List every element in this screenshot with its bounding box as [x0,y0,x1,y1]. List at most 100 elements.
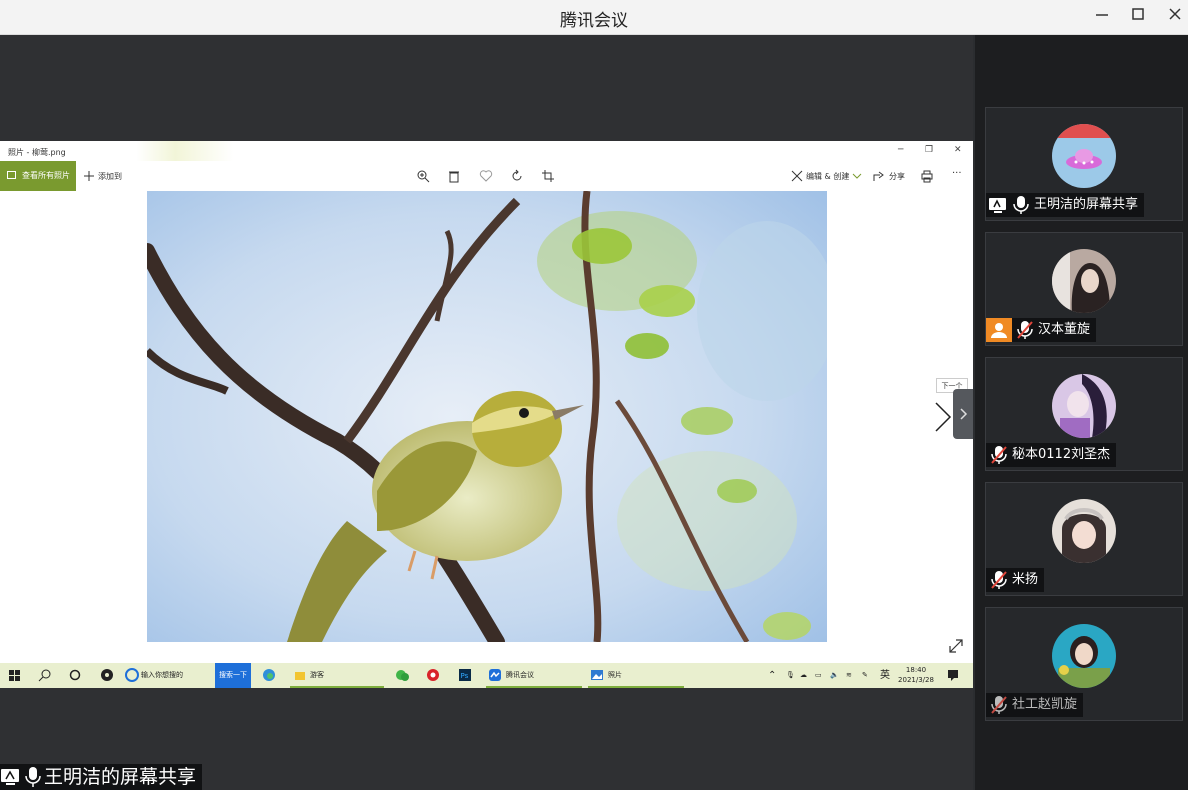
delete-icon[interactable] [447,169,461,183]
see-all-photos-button[interactable]: 查看所有照片 [0,161,76,191]
add-icon[interactable] [82,169,96,183]
taskbar-active-indicator [486,686,582,688]
photos-app-title: 照片 - 柳莺.png [8,148,66,157]
search-icon[interactable] [38,668,52,682]
svg-text:Ps: Ps [461,672,469,680]
minimize-icon [1096,14,1108,16]
host-icon [986,318,1012,342]
mic-muted-icon [991,446,1007,464]
participant-label: 米扬 [986,568,1045,592]
wechat-icon[interactable] [395,668,409,682]
tray-overflow-icon[interactable]: ⌃ [768,663,776,688]
taskbar-active-indicator [588,686,684,688]
participant-label: 社工赵凯旋 [986,693,1084,717]
participant-label: 汉本董旋 [986,318,1097,342]
share-button[interactable]: 分享 [889,171,905,182]
clock-date: 2021/3/28 [898,676,934,684]
share-icon[interactable] [872,169,886,183]
tray-volume-icon[interactable]: 🔈 [830,663,839,688]
shared-screen: 照片 - 柳莺.png ─ ❐ ✕ 查看所有照片 添加到 编辑 & 创建 分享 … [0,141,973,688]
photos-minimize-icon[interactable]: ─ [898,145,903,155]
screen-share-owner-label: 王明洁的屏幕共享 [0,764,203,790]
more-options-icon[interactable]: ··· [952,168,962,179]
tencent-meeting-icon[interactable] [488,668,502,682]
windows-start-icon[interactable] [8,668,22,682]
taskbar-item-tencent-meeting[interactable]: 腾讯会议 [506,663,534,688]
participant-label: 王明洁的屏幕共享 [986,193,1145,217]
edge-chromium-icon[interactable] [262,668,276,682]
photoshop-icon[interactable]: Ps [458,668,472,682]
maximize-button[interactable] [1125,5,1151,29]
cortana-icon[interactable] [68,668,82,682]
bird-photo [147,191,827,642]
chevron-down-icon[interactable] [850,169,864,183]
participant-tile[interactable]: 社工赵凯旋 [985,607,1183,721]
taskbar-item-guest[interactable]: 游客 [310,663,324,688]
see-all-label: 查看所有照片 [22,171,70,180]
ime-indicator[interactable]: 英 [880,663,890,688]
edge-browser-icon[interactable] [125,668,139,682]
taskbar-clock[interactable]: 18:40 2021/3/28 [898,665,934,685]
window-title: 腾讯会议 [560,11,628,31]
tray-mic-icon[interactable]: 🎙 [786,663,795,688]
netease-music-icon[interactable] [426,668,440,682]
windows-taskbar: 输入你想搜的 搜索一下 游客 Ps 腾讯会议 照片 ⌃ 🎙 ☁ ▭ 🔈 ≋ ✎ … [0,663,973,688]
taskbar-search-button[interactable]: 搜索一下 [215,663,251,688]
app-icon[interactable] [100,668,114,682]
photos-app-icon[interactable] [590,668,604,682]
photos-app-titlebar: 照片 - 柳莺.png ─ ❐ ✕ [0,141,973,161]
fullscreen-expand-icon[interactable] [948,638,964,654]
screen-share-owner-name: 王明洁的屏幕共享 [44,766,197,788]
minimize-button[interactable] [1089,5,1115,29]
avatar [1052,624,1116,688]
mic-muted-icon [1017,321,1033,339]
participant-tile[interactable]: 秘本0112刘圣杰 [985,357,1183,471]
maximize-icon [1132,8,1144,20]
participant-name: 秘本0112刘圣杰 [1012,447,1111,462]
edit-create-icon[interactable] [790,169,804,183]
add-to-button[interactable]: 添加到 [98,171,122,182]
close-icon [1169,8,1181,20]
favorite-icon[interactable] [479,169,493,183]
participants-sidebar: 王明洁的屏幕共享 汉本董旋 秘本0112刘圣杰 米扬 社工赵凯旋 [975,35,1188,790]
clock-time: 18:40 [905,666,927,674]
screen-share-icon [1,769,19,785]
taskbar-active-indicator [290,686,384,688]
avatar [1052,499,1116,563]
zoom-icon[interactable] [416,169,430,183]
mic-on-icon [1013,196,1029,214]
participant-tile[interactable]: 汉本董旋 [985,232,1183,346]
avatar [1052,374,1116,438]
edit-create-button[interactable]: 编辑 & 创建 [806,171,849,182]
avatar [1052,249,1116,313]
taskbar-search-box[interactable]: 输入你想搜的 [141,663,213,688]
tray-wifi-icon[interactable]: ≋ [846,663,852,688]
participant-name: 汉本董旋 [1038,322,1091,337]
photos-close-icon[interactable]: ✕ [954,145,962,155]
tray-pen-icon[interactable]: ✎ [862,663,868,688]
participant-name: 米扬 [1012,572,1039,587]
rotate-icon[interactable] [510,169,524,183]
participant-tile[interactable]: 王明洁的屏幕共享 [985,107,1183,221]
participant-name: 社工赵凯旋 [1012,697,1078,712]
mic-on-icon [25,767,41,787]
next-photo-arrow-icon[interactable] [933,401,953,433]
chevron-right-icon [960,408,968,420]
screen-share-icon [989,198,1006,213]
close-button[interactable] [1162,5,1188,29]
crop-icon[interactable] [541,169,555,183]
notification-icon[interactable] [946,668,960,682]
tray-cloud-icon[interactable]: ☁ [800,663,807,688]
photos-restore-icon[interactable]: ❐ [925,145,933,155]
folder-icon[interactable] [293,668,307,682]
participant-tile[interactable]: 米扬 [985,482,1183,596]
mic-muted-icon [991,696,1007,714]
taskbar-item-photos[interactable]: 照片 [608,663,622,688]
photo-icon [7,171,16,179]
participant-label: 秘本0112刘圣杰 [986,443,1117,467]
window-titlebar: 腾讯会议 [0,0,1188,35]
participant-name: 王明洁的屏幕共享 [1034,197,1139,212]
sidebar-collapse-toggle[interactable] [953,389,973,439]
print-icon[interactable] [920,169,934,183]
tray-battery-icon[interactable]: ▭ [815,663,822,688]
